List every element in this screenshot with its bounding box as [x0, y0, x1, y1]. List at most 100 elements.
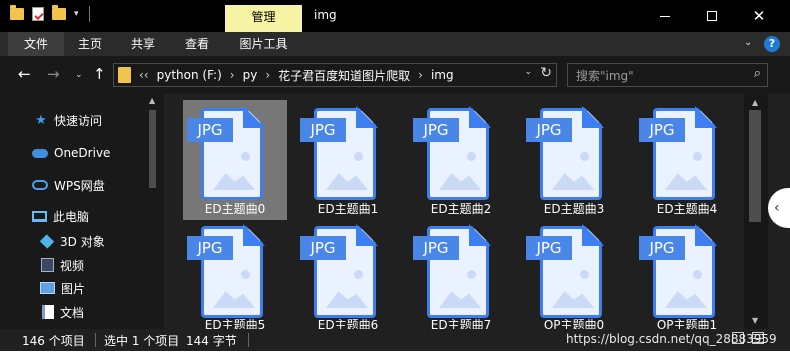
selection-count: 选中 1 个项目	[104, 334, 180, 348]
breadcrumb-separator-icon[interactable]: ›	[230, 68, 235, 82]
page-background-strip	[0, 351, 790, 360]
scrollbar-thumb[interactable]	[749, 110, 761, 222]
minimize-icon	[660, 15, 670, 17]
file-item[interactable]: JPG ED主题曲3	[522, 100, 626, 220]
sidebar-item-videos[interactable]: 视频	[41, 254, 84, 276]
sidebar-item-onedrive[interactable]: OneDrive	[32, 142, 110, 164]
file-type-badge: JPG	[300, 236, 346, 260]
forward-arrow-icon[interactable]: →	[47, 65, 60, 83]
close-button[interactable]: ✕	[736, 0, 782, 32]
file-view: JPG ED主题曲0 JPG ED主题曲1 JPG ED主题曲2 JPG ED主…	[164, 94, 744, 329]
video-icon	[41, 258, 54, 272]
file-type-badge: JPG	[300, 118, 346, 142]
breadcrumb-project[interactable]: 花子君百度知道图片爬取	[278, 67, 410, 84]
expand-ribbon-icon[interactable]: ⌄	[744, 37, 752, 48]
divider	[88, 6, 90, 22]
file-item[interactable]: JPG ED主题曲5	[183, 218, 287, 329]
sidebar-item-label: 文档	[60, 305, 85, 320]
sidebar-item-label: 视频	[60, 258, 85, 273]
sidebar-item-pictures[interactable]: 图片	[40, 277, 85, 299]
jpg-file-icon: JPG	[635, 105, 719, 202]
file-type-badge: JPG	[187, 236, 233, 260]
sidebar-item-label: WPS网盘	[54, 178, 105, 193]
sidebar-item-3d-objects[interactable]: 3D 对象	[39, 230, 105, 252]
sun-shape	[241, 270, 250, 279]
jpg-file-icon: JPG	[296, 105, 380, 202]
folder-icon[interactable]	[10, 5, 24, 20]
recent-locations-icon[interactable]: ⌄	[75, 70, 83, 80]
back-arrow-icon[interactable]: ←	[18, 65, 31, 83]
title-bar: ▾ 管理 img ✕	[0, 0, 790, 32]
file-type-badge: JPG	[187, 118, 233, 142]
file-item[interactable]: JPG OP主题曲1	[635, 218, 739, 329]
minimize-button[interactable]	[642, 0, 688, 32]
sun-shape	[354, 270, 363, 279]
file-name: ED主题曲3	[543, 202, 605, 216]
new-folder-icon[interactable]	[52, 5, 66, 20]
file-view-scrollbar[interactable]: ▲ ▼	[744, 94, 768, 329]
sidebar-item-this-pc[interactable]: 此电脑	[32, 205, 89, 227]
document-icon	[42, 305, 54, 319]
sidebar-item-label: 此电脑	[53, 209, 90, 224]
tab-manage[interactable]: 管理	[225, 5, 302, 32]
collapse-panel-button[interactable]: ‹	[768, 188, 790, 228]
sun-shape	[693, 270, 702, 279]
tab-share[interactable]: 共享	[116, 32, 170, 56]
sidebar-scrollbar-thumb[interactable]	[149, 110, 156, 188]
breadcrumb-drive[interactable]: python (F:)	[157, 68, 222, 82]
file-item[interactable]: JPG ED主题曲1	[296, 100, 400, 220]
file-item[interactable]: JPG ED主题曲2	[409, 100, 513, 220]
breadcrumb-overflow-icon[interactable]: ‹‹	[139, 68, 149, 82]
tab-picture-tools[interactable]: 图片工具	[225, 32, 302, 56]
breadcrumb-separator-icon[interactable]: ›	[418, 68, 423, 82]
tab-file[interactable]: 文件	[8, 32, 64, 56]
sidebar-item-documents[interactable]: 文档	[42, 301, 84, 323]
file-type-badge: JPG	[413, 236, 459, 260]
quick-access-toolbar: ▾	[10, 5, 90, 22]
file-name: ED主题曲1	[317, 202, 379, 216]
jpg-file-icon: JPG	[522, 105, 606, 202]
file-name: OP主题曲0	[543, 318, 605, 329]
sun-shape	[241, 152, 250, 161]
chevron-left-icon: ‹	[774, 200, 780, 216]
breadcrumb-py[interactable]: py	[243, 68, 258, 82]
ribbon-tabs: 文件 主页 共享 查看 图片工具 ⌄ ?	[0, 32, 790, 56]
tab-home[interactable]: 主页	[64, 32, 116, 56]
up-arrow-icon[interactable]: ↑	[93, 65, 106, 83]
jpg-file-icon: JPG	[409, 105, 493, 202]
scroll-down-icon[interactable]: ▼	[752, 316, 758, 325]
refresh-icon[interactable]: ↻	[540, 65, 552, 81]
file-item[interactable]: JPG OP主题曲0	[522, 218, 626, 329]
computer-icon	[32, 210, 47, 222]
pictures-icon	[40, 282, 55, 294]
tab-view[interactable]: 查看	[170, 32, 224, 56]
sidebar-item-quick-access[interactable]: ★ 快速访问	[34, 109, 102, 131]
chevron-down-icon[interactable]: ▾	[74, 9, 79, 19]
jpg-file-icon: JPG	[522, 223, 606, 320]
file-item[interactable]: JPG ED主题曲0	[183, 100, 287, 220]
sun-shape	[354, 152, 363, 161]
jpg-file-icon: JPG	[183, 105, 267, 202]
scroll-up-icon[interactable]: ▲	[752, 98, 758, 107]
divider	[248, 333, 249, 347]
search-icon[interactable]: ⌕	[754, 66, 761, 81]
scroll-up-icon[interactable]: ▲	[149, 96, 155, 105]
file-item[interactable]: JPG ED主题曲4	[635, 100, 739, 220]
search-input[interactable]: 搜索"img" ⌕	[567, 63, 768, 87]
file-type-badge: JPG	[639, 236, 685, 260]
sidebar-item-wps-drive[interactable]: WPS网盘	[32, 174, 105, 196]
breadcrumb-img[interactable]: img	[431, 68, 454, 82]
sun-shape	[580, 270, 589, 279]
address-bar[interactable]: ‹‹ python (F:) › py › 花子君百度知道图片爬取 › img …	[113, 63, 557, 87]
chevron-down-icon[interactable]: ⌄	[524, 67, 532, 77]
file-type-badge: JPG	[639, 118, 685, 142]
maximize-button[interactable]	[689, 0, 735, 32]
file-name: ED主题曲7	[430, 318, 492, 329]
file-item[interactable]: JPG ED主题曲6	[296, 218, 400, 329]
file-item[interactable]: JPG ED主题曲7	[409, 218, 513, 329]
sidebar-item-label: OneDrive	[54, 146, 111, 160]
properties-icon[interactable]	[32, 7, 44, 21]
window-title: img	[314, 8, 337, 22]
help-icon[interactable]: ?	[764, 36, 780, 52]
breadcrumb-separator-icon[interactable]: ›	[265, 68, 270, 82]
